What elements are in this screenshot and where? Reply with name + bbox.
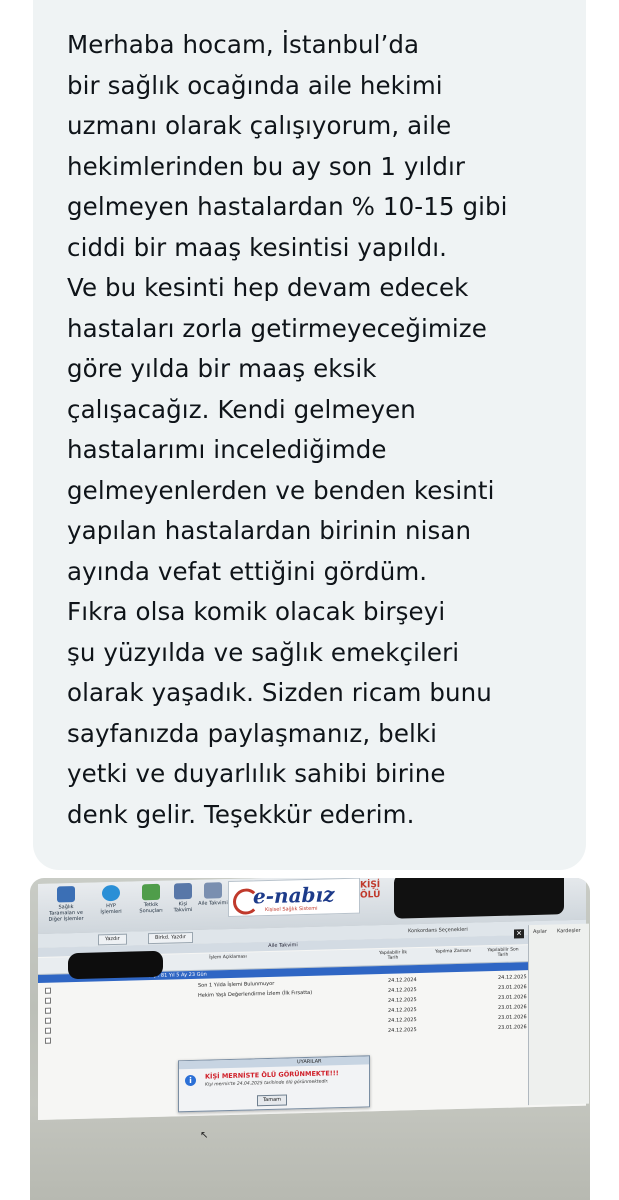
- row-checkbox[interactable]: [45, 1037, 51, 1044]
- column-header: İşlem Açıklaması: [209, 954, 247, 961]
- row-last-date: 23.01.2026: [498, 994, 527, 1001]
- message-line: uzmanı olarak çalışıyorum, aile: [67, 111, 452, 140]
- redaction-box: [394, 878, 564, 919]
- row-first-date: 24.12.2024: [388, 977, 417, 984]
- toolbar-item-tetkik: Tetkik Sonuçları: [136, 883, 166, 915]
- toolbar-label: Aile Takvimi: [198, 900, 228, 907]
- toolbar-label: HYP İşlemleri: [100, 902, 122, 916]
- message-text: Merhaba hocam, İstanbul’da bir sağlık oca…: [67, 25, 577, 835]
- toolbar-item-tarama: Sağlık Taramaları ve Diğer İşlemler: [46, 886, 86, 923]
- column-header: Yapılabilir İlk Tarih: [378, 950, 408, 961]
- dialog-title: UYARILAR: [179, 1056, 369, 1070]
- batch-print-button[interactable]: Birkd. Yazdır: [148, 931, 193, 945]
- logo-brand: e-nabız: [253, 882, 335, 909]
- row-first-date: 24.12.2025: [388, 1007, 417, 1014]
- message-line: yapılan hastalardan birinin nisan: [67, 516, 472, 545]
- attached-photo[interactable]: Sağlık Taramaları ve Diğer İşlemler HYP …: [30, 878, 590, 1200]
- toolbar-label: Tetkik Sonuçları: [139, 901, 163, 915]
- side-label: Kardeşler: [557, 927, 581, 935]
- message-line: Merhaba hocam, İstanbul’da: [67, 30, 420, 59]
- toolbar-item-kisi-takvimi: Kişi Takvimi: [170, 882, 196, 914]
- row-checkbox[interactable]: [45, 997, 51, 1004]
- message-line: Ve bu kesinti hep devam edecek: [67, 273, 469, 302]
- toolbar-label: Kişi Takvimi: [173, 901, 193, 914]
- row-last-date: 23.01.2026: [498, 984, 527, 991]
- warning-dialog: UYARILAR i KİŞİ MERNİSTE ÖLÜ GÖRÜNMEKTE!…: [178, 1055, 370, 1113]
- message-line: sayfanızda paylaşmanız, belki: [67, 718, 438, 748]
- message-line: hastalarımı incelediğimde: [67, 435, 387, 464]
- family-calendar-icon: [204, 882, 222, 899]
- logo-subtitle: Kişisel Sağlık Sistemi: [265, 905, 318, 914]
- row-last-date: 23.01.2026: [498, 1024, 527, 1031]
- message-line: denk gelir. Teşekkür ederim.: [67, 799, 415, 829]
- status-badge: KİŞİ ÖLÜ: [360, 880, 381, 901]
- toolbar-label: Sağlık Taramaları ve Diğer İşlemler: [48, 904, 84, 923]
- message-line: ciddi bir maaş kesintisi yapıldı.: [67, 232, 448, 262]
- message-line: çalışacağız. Kendi gelmeyen: [67, 394, 416, 424]
- column-header: Yapılabilir Son Tarih: [487, 947, 519, 958]
- calendar-icon: [174, 882, 192, 900]
- row-last-date: 23.01.2026: [498, 1004, 527, 1011]
- info-icon: i: [185, 1074, 196, 1087]
- message-line: yetki ve duyarlılık sahibi birine: [67, 759, 446, 788]
- toolbar-item-aile-takvimi: Aile Takvimi: [198, 882, 228, 907]
- screening-icon: [57, 886, 75, 903]
- row-checkbox[interactable]: [45, 987, 51, 994]
- row-first-date: 24.12.2025: [388, 987, 417, 994]
- enabiz-logo: e-nabız Kişisel Sağlık Sistemi: [228, 878, 360, 918]
- message-line: şu yüzyılda ve sağlık emekçileri: [67, 637, 460, 667]
- row-checkbox[interactable]: [45, 1027, 51, 1034]
- message-line: gelmeyenlerden ve benden kesinti: [67, 475, 495, 505]
- row-description: Hekim Yaşlı Değerlendirme İzlem (İlk Fır…: [198, 989, 313, 999]
- row-first-date: 24.12.2025: [388, 997, 417, 1004]
- toolbar-item-hyp: HYP İşlemleri: [96, 884, 126, 916]
- message-line: hastaları zorla getirmeyeceğimize: [67, 313, 487, 343]
- row-description: Son 1 Yılda İşlemi Bulunmuyor: [198, 980, 275, 989]
- close-icon[interactable]: ✕: [514, 929, 524, 939]
- message-line: olarak yaşadık. Sizden ricam bunu: [67, 678, 492, 707]
- redaction-box: [68, 950, 163, 980]
- lab-results-icon: [142, 883, 160, 901]
- ok-button[interactable]: Tamam: [257, 1094, 287, 1107]
- column-header: Yapılma Zamanı: [435, 948, 471, 955]
- print-button[interactable]: Yazdır: [98, 933, 127, 946]
- row-checkbox[interactable]: [45, 1017, 51, 1024]
- message-line: göre yılda bir maaş eksik: [67, 354, 377, 383]
- monitor-screen: Sağlık Taramaları ve Diğer İşlemler HYP …: [38, 878, 589, 1120]
- row-last-date: 23.01.2026: [498, 1014, 527, 1021]
- message-line: bir sağlık ocağında aile hekimi: [67, 70, 443, 100]
- dialog-detail: Kişi mernis'te 24.04.2025 tarihinde ölü …: [205, 1079, 329, 1088]
- concordance-label: Konkordans Seçenekleri: [408, 926, 468, 935]
- message-line: gelmeyen hastalardan % 10-15 gibi: [67, 192, 508, 221]
- side-label: Aşılar: [533, 928, 547, 936]
- row-checkbox[interactable]: [45, 1007, 51, 1014]
- message-line: Fıkra olsa komik olacak birşeyi: [67, 597, 446, 626]
- hyp-icon: [102, 884, 120, 902]
- message-line: hekimlerinden bu ay son 1 yıldır: [67, 151, 466, 181]
- message-line: ayında vefat ettiğini gördüm.: [67, 556, 428, 586]
- row-first-date: 24.12.2025: [388, 1027, 417, 1034]
- row-first-date: 24.12.2025: [388, 1017, 417, 1024]
- mouse-cursor-icon: ↖: [200, 1130, 209, 1141]
- side-panel: Aşılar Kardeşler: [528, 923, 589, 1106]
- row-last-date: 24.12.2025: [498, 974, 527, 981]
